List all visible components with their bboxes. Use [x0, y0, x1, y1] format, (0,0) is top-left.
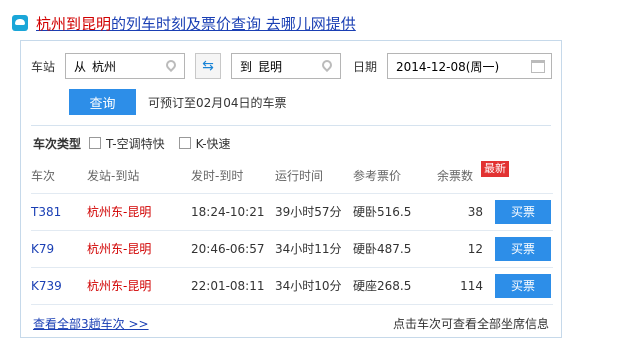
- search-panel: 车站 从 杭州 ⇆ 到 昆明 日期 2014-12-08(周一) 查询 可预订至…: [20, 40, 562, 338]
- to-prefix: 到: [240, 59, 253, 74]
- footer-tip: 点击车次可查看全部坐席信息: [392, 316, 549, 331]
- calendar-icon[interactable]: [531, 60, 546, 73]
- title-rest: 的列车时刻及票价查询 去哪儿网提供: [111, 14, 356, 33]
- price-cell: 硬卧487.5: [353, 230, 437, 268]
- train-number-link[interactable]: K739: [31, 267, 87, 305]
- filter-k-label: K-快速: [195, 136, 231, 151]
- route-sep: 东-: [111, 242, 128, 256]
- header: 杭州到昆明的列车时刻及票价查询 去哪儿网提供: [12, 12, 356, 34]
- view-all-trains-link[interactable]: 查看全部3趟车次 >>: [33, 315, 149, 332]
- to-station: 昆明: [127, 205, 152, 219]
- action-cell: 买票: [495, 193, 553, 231]
- to-station: 昆明: [127, 242, 152, 256]
- remaining-cell: 12: [437, 230, 495, 268]
- location-pin-icon: [319, 57, 335, 73]
- from-station: 杭州东: [87, 205, 124, 219]
- to-value: 昆明: [258, 59, 283, 74]
- qunar-logo-icon: [12, 15, 28, 31]
- table-header-row: 车次 发站-到站 发时-到时 运行时间 参考票价 余票数 最新: [31, 159, 553, 194]
- from-value: 杭州: [92, 59, 117, 74]
- swap-arrows-icon: ⇆: [202, 58, 214, 74]
- page-title-link[interactable]: 杭州到昆明的列车时刻及票价查询 去哪儿网提供: [36, 13, 356, 34]
- date-input[interactable]: 2014-12-08(周一): [387, 53, 553, 79]
- table-row: T381 杭州东-昆明 18:24-10:21 39小时57分 硬卧516.5 …: [31, 193, 553, 231]
- duration-cell: 39小时57分: [275, 193, 353, 231]
- col-action: [495, 159, 553, 194]
- search-row: 车站 从 杭州 ⇆ 到 昆明 日期 2014-12-08(周一): [31, 53, 553, 79]
- col-route: 发站-到站: [87, 159, 191, 194]
- table-row: K739 杭州东-昆明 22:01-08:11 34小时10分 硬座268.5 …: [31, 267, 553, 305]
- query-button[interactable]: 查询: [69, 89, 136, 115]
- panel-footer: 查看全部3趟车次 >> 点击车次可查看全部坐席信息: [33, 315, 549, 331]
- from-station: 杭州东: [87, 279, 124, 293]
- col-duration: 运行时间: [275, 159, 353, 194]
- station-label: 车站: [31, 59, 56, 74]
- train-type-filter: 车次类型 T-空调特快 K-快速: [33, 135, 245, 151]
- checkbox-icon[interactable]: [178, 137, 191, 149]
- from-station-input[interactable]: 从 杭州: [65, 53, 186, 79]
- from-prefix: 从: [74, 59, 87, 74]
- filter-t-label: T-空调特快: [106, 136, 165, 151]
- title-route: 杭州到昆明: [36, 14, 112, 33]
- col-price: 参考票价: [353, 159, 437, 194]
- train-table: 车次 发站-到站 发时-到时 运行时间 参考票价 余票数 最新 T381 杭州东-…: [31, 159, 553, 305]
- remaining-cell: 114: [437, 267, 495, 305]
- action-cell: 买票: [495, 230, 553, 268]
- train-type-title: 车次类型: [33, 136, 82, 151]
- from-station: 杭州: [87, 242, 112, 256]
- duration-cell: 34小时10分: [275, 267, 353, 305]
- remaining-cell: 38: [437, 193, 495, 231]
- times-cell: 20:46-06:57: [191, 230, 275, 268]
- location-pin-icon: [163, 57, 179, 73]
- price-cell: 硬卧516.5: [353, 193, 437, 231]
- to-station: 昆明: [127, 279, 152, 293]
- filter-k-checkbox[interactable]: K-快速: [178, 135, 231, 152]
- duration-cell: 34小时11分: [275, 230, 353, 268]
- route-cell: 杭州东-昆明: [87, 230, 191, 268]
- times-cell: 22:01-08:11: [191, 267, 275, 305]
- table-row: K79 杭州东-昆明 20:46-06:57 34小时11分 硬卧487.5 1…: [31, 230, 553, 268]
- date-value: 2014-12-08(周一): [396, 59, 500, 74]
- date-label: 日期: [353, 59, 378, 74]
- col-train: 车次: [31, 159, 87, 194]
- filter-t-checkbox[interactable]: T-空调特快: [89, 135, 165, 152]
- checkbox-icon[interactable]: [89, 137, 102, 149]
- swap-stations-button[interactable]: ⇆: [195, 53, 222, 79]
- col-remaining: 余票数 最新: [437, 159, 509, 194]
- col-remaining-label: 余票数: [437, 169, 474, 184]
- query-row: 查询 可预订至02月04日的车票: [69, 89, 287, 115]
- buy-ticket-button[interactable]: 买票: [495, 273, 551, 298]
- route-cell: 杭州东-昆明: [87, 267, 191, 305]
- divider: [31, 125, 551, 126]
- to-station-input[interactable]: 到 昆明: [231, 53, 342, 79]
- train-number-link[interactable]: K79: [31, 230, 87, 268]
- presale-hint: 可预订至02月04日的车票: [148, 95, 287, 110]
- buy-ticket-button[interactable]: 买票: [495, 236, 551, 261]
- col-times: 发时-到时: [191, 159, 275, 194]
- route-cell: 杭州东-昆明: [87, 193, 191, 231]
- buy-ticket-button[interactable]: 买票: [495, 199, 551, 224]
- price-cell: 硬座268.5: [353, 267, 437, 305]
- times-cell: 18:24-10:21: [191, 193, 275, 231]
- train-number-link[interactable]: T381: [31, 193, 87, 231]
- action-cell: 买票: [495, 267, 553, 305]
